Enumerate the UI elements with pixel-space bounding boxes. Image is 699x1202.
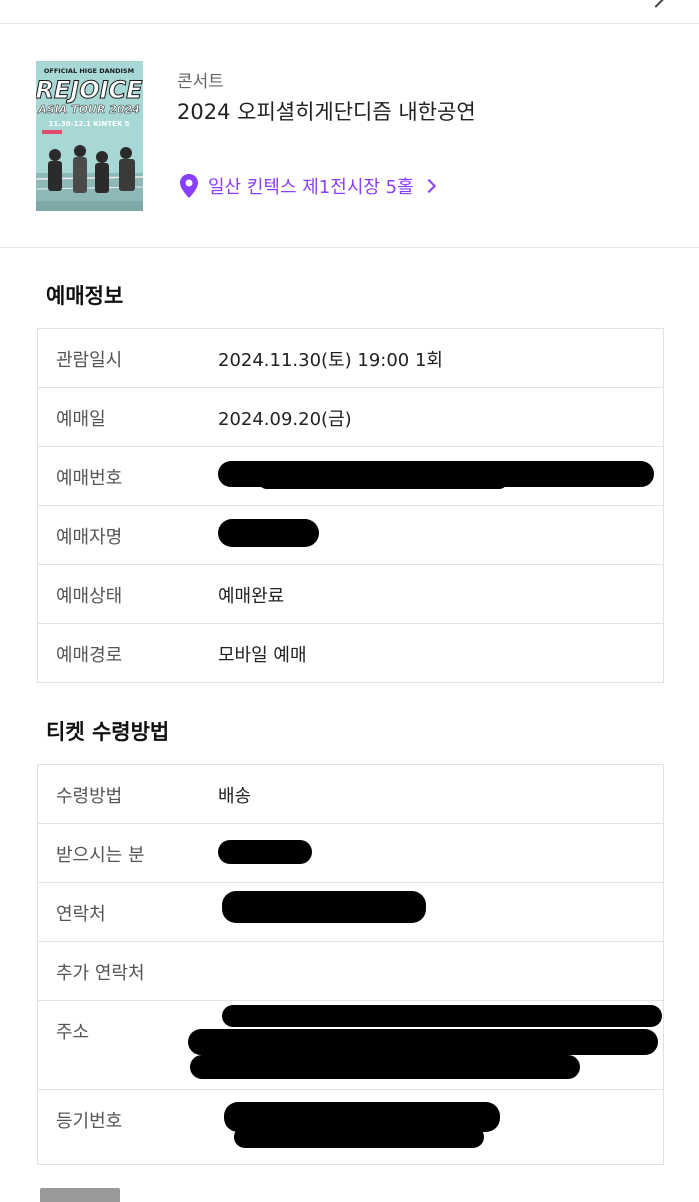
redaction-mark bbox=[190, 1055, 580, 1079]
table-row: 예매상태 예매완료 bbox=[38, 565, 663, 624]
redaction-mark bbox=[222, 1005, 662, 1027]
poster-subline: ASIA TOUR 2024 bbox=[37, 103, 140, 116]
table-row: 예매일 2024.09.20(금) bbox=[38, 388, 663, 447]
event-category: 콘서트 bbox=[177, 72, 224, 92]
row-label: 예매상태 bbox=[56, 586, 123, 607]
row-value: 모바일 예매 bbox=[218, 645, 307, 666]
row-value: 예매완료 bbox=[218, 586, 285, 607]
table-row: 예매자명 bbox=[38, 506, 663, 565]
row-label: 예매자명 bbox=[56, 527, 123, 548]
row-label: 관람일시 bbox=[56, 350, 123, 371]
row-label: 예매번호 bbox=[56, 468, 123, 489]
table-row: 추가 연락처 bbox=[38, 942, 663, 1001]
redaction-mark bbox=[222, 891, 426, 923]
row-label: 등기번호 bbox=[56, 1111, 123, 1132]
redaction-mark bbox=[234, 1126, 484, 1148]
booking-info-table: 관람일시 2024.11.30(토) 19:00 1회 예매일 2024.09.… bbox=[37, 328, 664, 683]
poster-top-text: OFFICIAL HIGE DANDISM bbox=[44, 67, 134, 75]
chevron-right-icon bbox=[421, 178, 436, 194]
top-bar bbox=[0, 0, 699, 24]
table-row: 예매경로 모바일 예매 bbox=[38, 624, 663, 683]
row-label: 예매경로 bbox=[56, 645, 123, 666]
ticket-receipt-heading: 티켓 수령방법 bbox=[46, 720, 170, 744]
redaction-mark bbox=[188, 1029, 658, 1055]
row-label: 추가 연락처 bbox=[56, 963, 145, 984]
table-row: 등기번호 bbox=[38, 1090, 663, 1165]
redaction-mark bbox=[218, 840, 312, 864]
row-label: 수령방법 bbox=[56, 786, 123, 807]
poster-date-line: 11.30-12.1 KINTEX 5 bbox=[49, 120, 130, 128]
ticket-receipt-table: 수령방법 배송 받으시는 분 연락처 추가 연락처 주소 등기번호 bbox=[37, 764, 664, 1165]
event-poster: OFFICIAL HIGE DANDISM REJOICE ASIA TOUR … bbox=[36, 61, 143, 211]
poster-headline: REJOICE bbox=[36, 76, 143, 104]
row-value: 배송 bbox=[218, 786, 252, 807]
back-chevron-icon[interactable] bbox=[643, 0, 669, 8]
table-row: 연락처 bbox=[38, 883, 663, 942]
redaction-mark bbox=[218, 519, 319, 547]
table-row: 받으시는 분 bbox=[38, 824, 663, 883]
table-row: 주소 bbox=[38, 1001, 663, 1090]
row-value: 2024.11.30(토) 19:00 1회 bbox=[218, 350, 443, 371]
event-summary: OFFICIAL HIGE DANDISM REJOICE ASIA TOUR … bbox=[0, 24, 699, 248]
location-pin-icon bbox=[180, 174, 198, 198]
redaction-mark bbox=[258, 471, 508, 489]
booking-info-heading: 예매정보 bbox=[46, 284, 124, 308]
venue-link[interactable]: 일산 킨텍스 제1전시장 5홀 bbox=[178, 171, 436, 201]
row-label: 주소 bbox=[56, 1022, 90, 1043]
table-row: 수령방법 배송 bbox=[38, 765, 663, 824]
table-row: 예매번호 bbox=[38, 447, 663, 506]
table-row: 관람일시 2024.11.30(토) 19:00 1회 bbox=[38, 329, 663, 388]
event-title: 2024 오피셜히게단디즘 내한공연 bbox=[177, 100, 476, 124]
row-label: 연락처 bbox=[56, 904, 106, 925]
row-label: 예매일 bbox=[56, 409, 106, 430]
row-value: 2024.09.20(금) bbox=[218, 409, 352, 430]
row-label: 받으시는 분 bbox=[56, 845, 145, 866]
venue-name: 일산 킨텍스 제1전시장 5홀 bbox=[208, 177, 414, 198]
